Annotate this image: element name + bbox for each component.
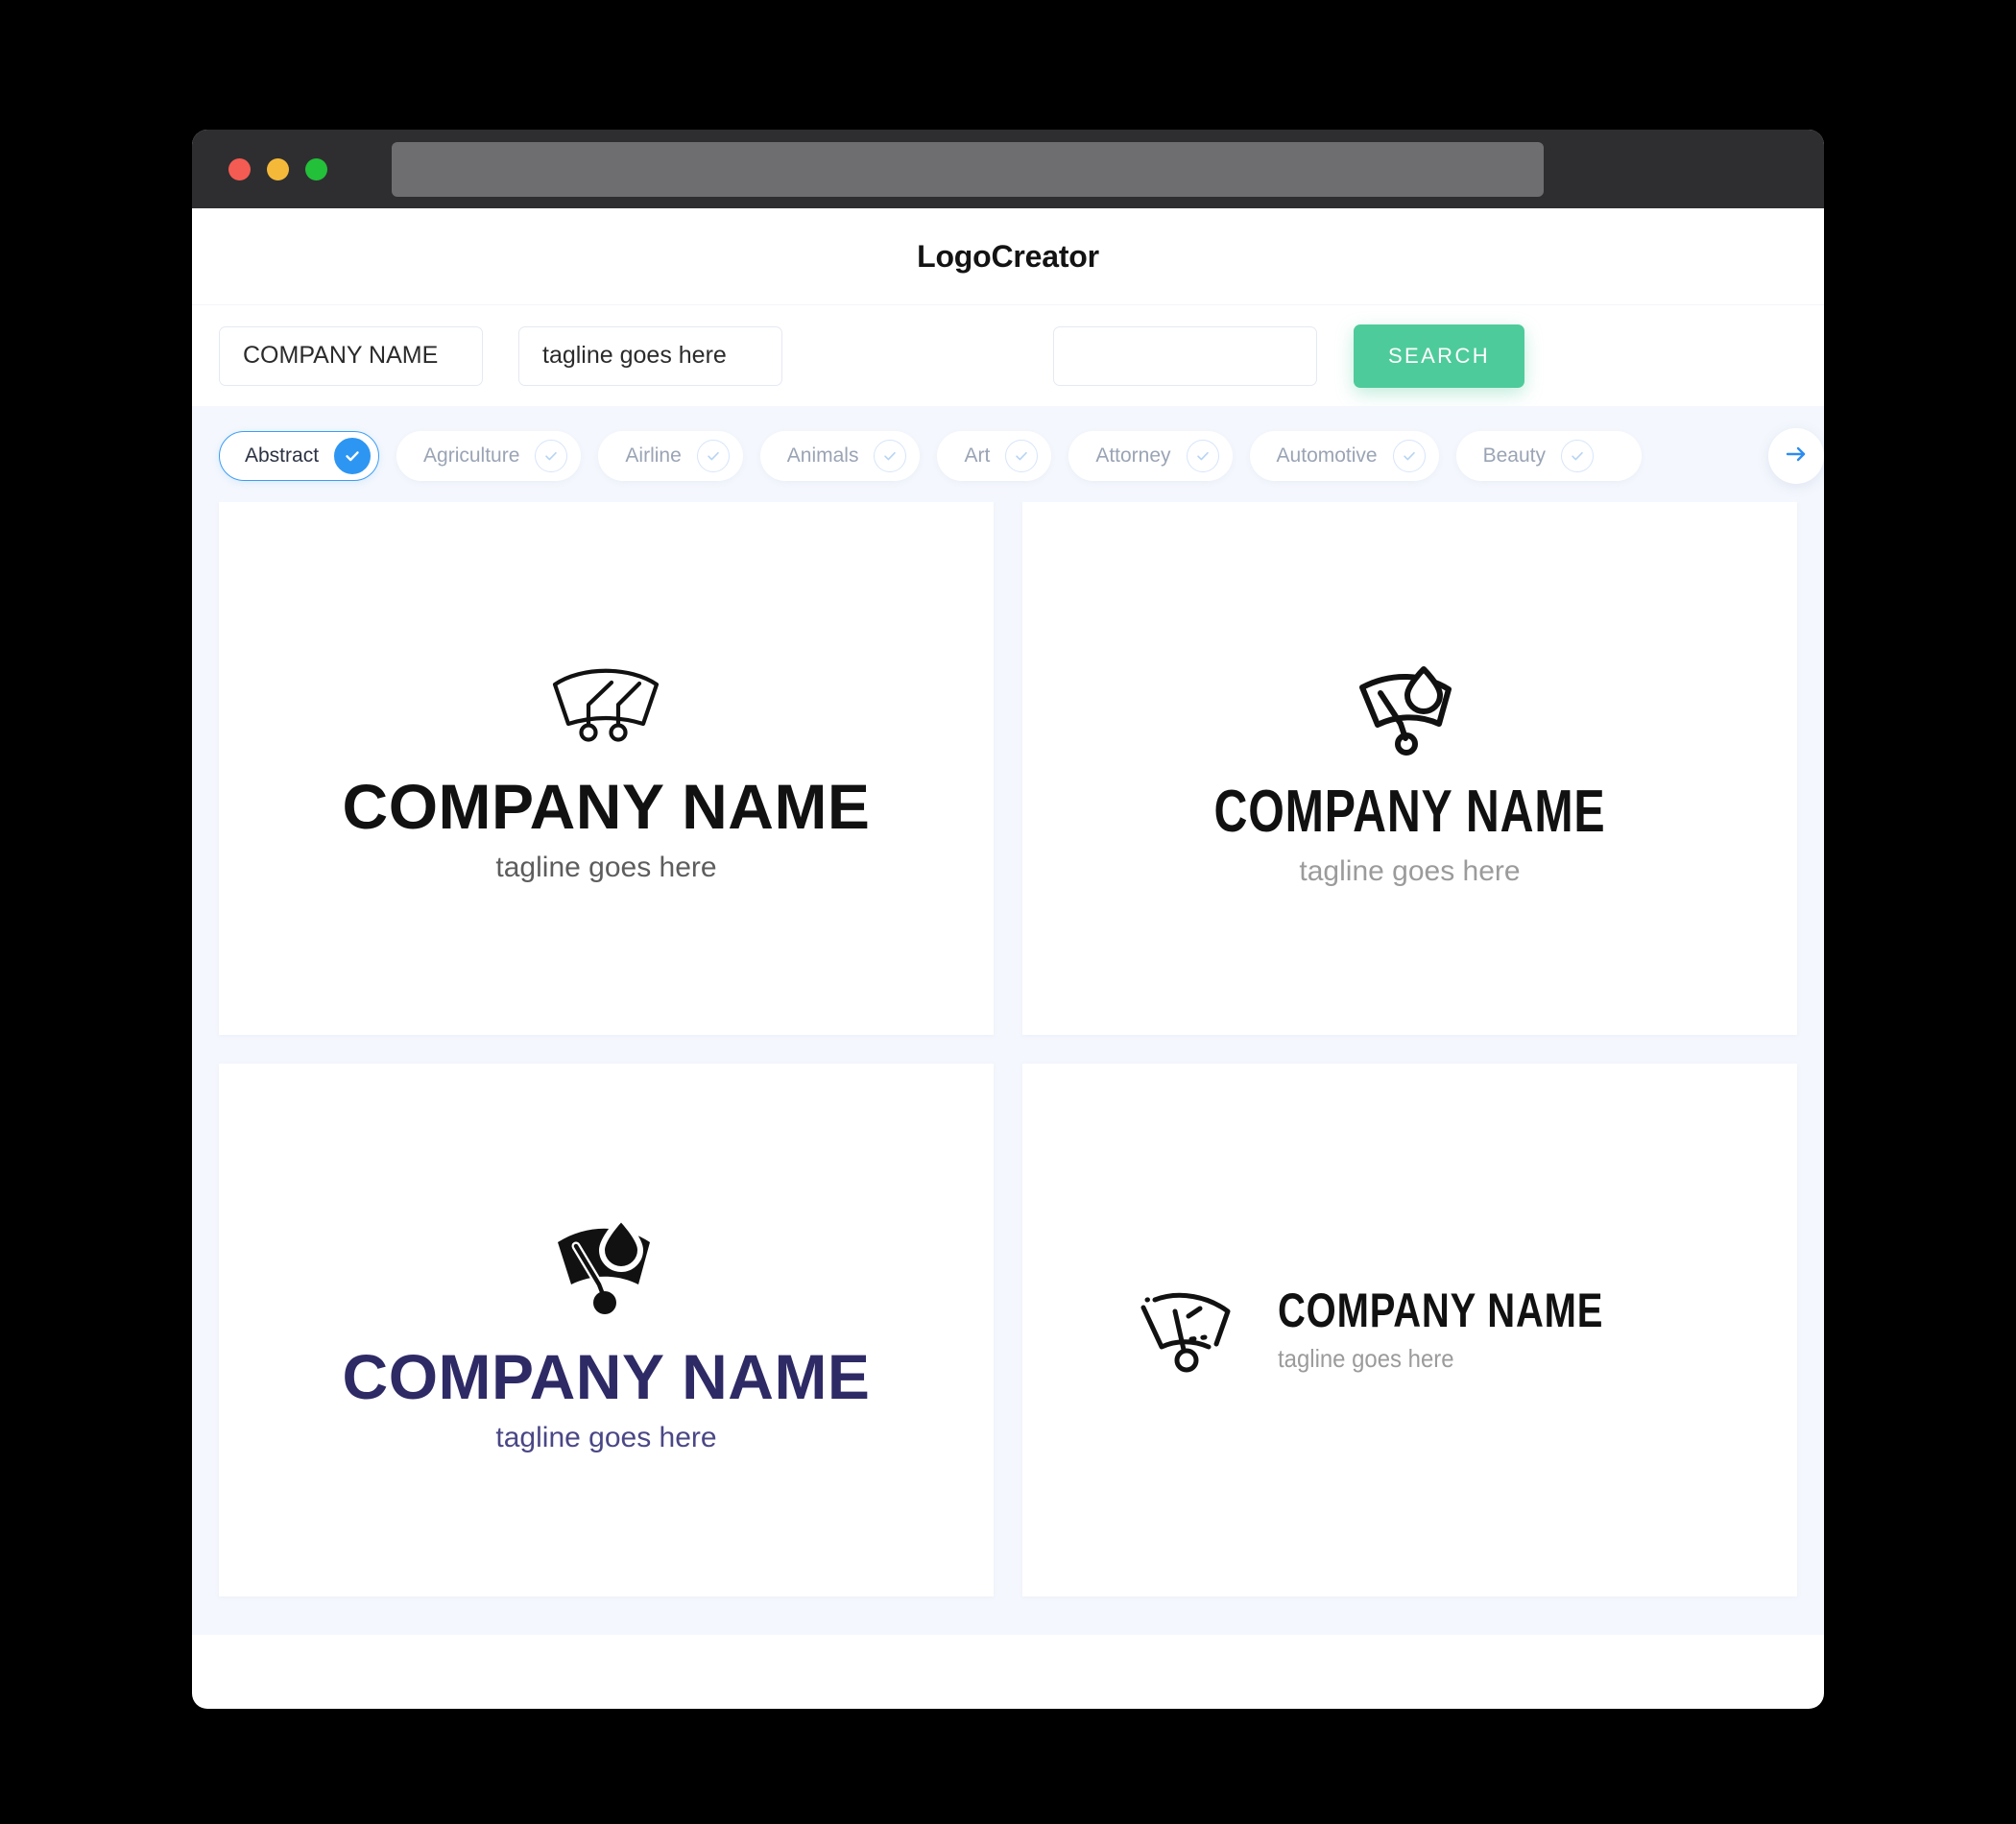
logo-preview: COMPANY NAME tagline goes here bbox=[1134, 1280, 1685, 1380]
category-pill-label: Automotive bbox=[1276, 444, 1378, 467]
category-pill-art[interactable]: Art bbox=[937, 431, 1052, 481]
logo-company-name: COMPANY NAME bbox=[1213, 779, 1606, 845]
minimize-window-button[interactable] bbox=[267, 157, 289, 180]
check-icon bbox=[334, 438, 372, 474]
category-pill-label: Beauty bbox=[1482, 444, 1546, 467]
logo-company-name: COMPANY NAME bbox=[342, 771, 871, 842]
logo-card[interactable]: COMPANY NAME tagline goes here bbox=[1022, 1064, 1797, 1596]
company-name-input[interactable]: COMPANY NAME bbox=[219, 325, 483, 386]
category-filter-bar: Abstract Agriculture Airline Animals Art… bbox=[192, 406, 1824, 502]
check-icon bbox=[1561, 440, 1594, 472]
maximize-window-button[interactable] bbox=[305, 157, 327, 180]
arrow-right-icon bbox=[1784, 442, 1809, 471]
app-title: LogoCreator bbox=[917, 238, 1099, 274]
keyword-input[interactable] bbox=[1053, 325, 1317, 386]
category-pill-airline[interactable]: Airline bbox=[598, 431, 743, 481]
close-window-button[interactable] bbox=[228, 157, 251, 180]
windshield-two-wipers-outline-icon bbox=[543, 653, 668, 754]
category-pill-attorney[interactable]: Attorney bbox=[1068, 431, 1233, 481]
category-pill-strip[interactable]: Abstract Agriculture Airline Animals Art… bbox=[219, 428, 1824, 484]
category-pill-abstract[interactable]: Abstract bbox=[219, 431, 380, 481]
search-toolbar: COMPANY NAME tagline goes here SEARCH bbox=[192, 304, 1824, 406]
logo-tagline: tagline goes here bbox=[1278, 1344, 1454, 1373]
logo-card[interactable]: COMPANY NAME tagline goes here bbox=[1022, 502, 1797, 1035]
category-pill-label: Airline bbox=[625, 444, 682, 467]
browser-titlebar bbox=[192, 130, 1824, 208]
category-pill-animals[interactable]: Animals bbox=[759, 431, 921, 481]
logo-company-name: COMPANY NAME bbox=[342, 1341, 871, 1412]
check-icon bbox=[1186, 440, 1219, 472]
app-header: LogoCreator bbox=[192, 208, 1824, 304]
browser-window: LogoCreator COMPANY NAME tagline goes he… bbox=[192, 130, 1824, 1709]
category-pill-agriculture[interactable]: Agriculture bbox=[396, 431, 582, 481]
logo-tagline: tagline goes here bbox=[495, 852, 717, 883]
logo-results-grid: COMPANY NAME tagline goes here COMPANY N… bbox=[192, 502, 1824, 1635]
windshield-droplet-wiper-solid-icon bbox=[544, 1206, 667, 1324]
logo-text-block: COMPANY NAME tagline goes here bbox=[1278, 1286, 1685, 1374]
next-categories-button[interactable] bbox=[1768, 428, 1824, 484]
logo-card[interactable]: COMPANY NAME tagline goes here bbox=[219, 1064, 994, 1596]
category-pill-label: Agriculture bbox=[423, 444, 520, 467]
search-button[interactable]: SEARCH bbox=[1354, 324, 1524, 388]
windshield-droplet-wiper-outline-icon bbox=[1349, 649, 1472, 761]
category-pill-label: Attorney bbox=[1095, 444, 1171, 467]
logo-preview: COMPANY NAME tagline goes here bbox=[343, 653, 871, 884]
check-icon bbox=[1005, 440, 1039, 472]
windshield-wiper-spray-outline-icon bbox=[1134, 1280, 1245, 1380]
logo-tagline: tagline goes here bbox=[1299, 855, 1521, 887]
logo-preview: COMPANY NAME tagline goes here bbox=[343, 1206, 871, 1454]
url-bar[interactable] bbox=[392, 141, 1544, 197]
check-icon bbox=[1392, 440, 1426, 472]
logo-tagline: tagline goes here bbox=[495, 1422, 717, 1453]
check-icon bbox=[535, 440, 568, 472]
tagline-input[interactable]: tagline goes here bbox=[518, 325, 782, 386]
category-pill-automotive[interactable]: Automotive bbox=[1249, 431, 1439, 481]
logo-company-name: COMPANY NAME bbox=[1278, 1284, 1604, 1337]
category-pill-label: Abstract bbox=[245, 444, 320, 467]
logo-preview: COMPANY NAME tagline goes here bbox=[1159, 649, 1661, 888]
logo-card[interactable]: COMPANY NAME tagline goes here bbox=[219, 502, 994, 1035]
category-pill-label: Art bbox=[964, 444, 991, 467]
check-icon bbox=[874, 440, 907, 472]
category-pill-beauty[interactable]: Beauty bbox=[1455, 431, 1642, 481]
window-controls bbox=[228, 157, 327, 180]
check-icon bbox=[696, 440, 730, 472]
category-pill-label: Animals bbox=[786, 444, 859, 467]
